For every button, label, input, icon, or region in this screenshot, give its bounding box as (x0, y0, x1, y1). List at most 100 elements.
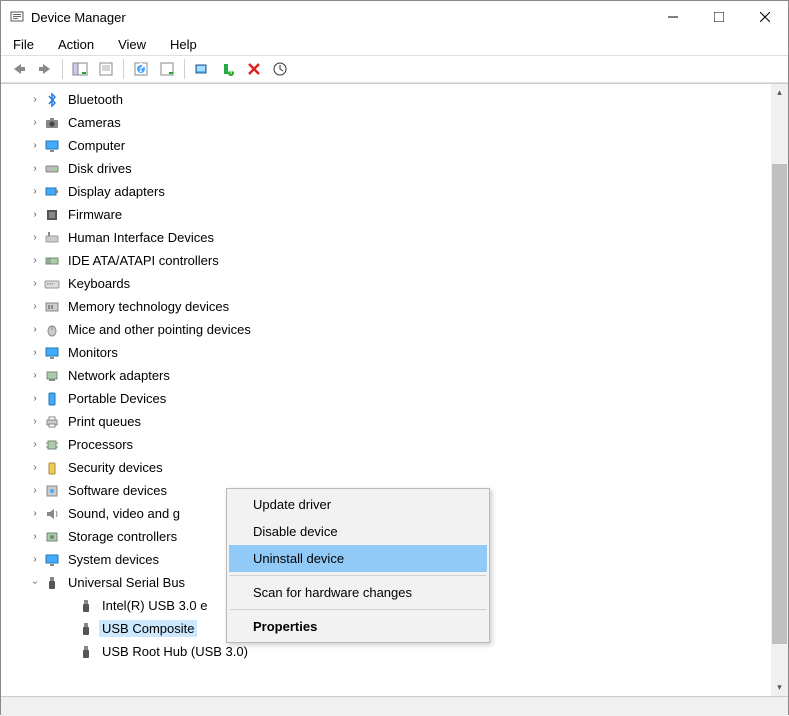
chevron-right-icon[interactable]: › (29, 508, 41, 519)
firmware-icon (43, 206, 61, 224)
tree-label: Display adapters (65, 183, 168, 200)
tree-label: USB Root Hub (USB 3.0) (99, 643, 251, 660)
tree-label: Firmware (65, 206, 125, 223)
tree-item-mice[interactable]: › Mice and other pointing devices (1, 318, 771, 341)
menu-file[interactable]: File (9, 35, 38, 54)
tree-item-computer[interactable]: ›Computer (1, 134, 771, 157)
tree-item-disk-drives[interactable]: ›Disk drives (1, 157, 771, 180)
tree-item-display-adapters[interactable]: › Display adapters (1, 180, 771, 203)
ctx-scan-hardware[interactable]: Scan for hardware changes (229, 579, 487, 606)
chevron-right-icon[interactable]: › (29, 186, 41, 197)
processor-icon (43, 436, 61, 454)
context-menu-separator (230, 609, 486, 610)
toolbar: ? + (1, 55, 788, 83)
tree-label: Universal Serial Bus (65, 574, 188, 591)
chevron-right-icon[interactable]: › (29, 324, 41, 335)
scan-hardware-button[interactable] (190, 58, 214, 80)
menu-view[interactable]: View (114, 35, 150, 54)
chevron-right-icon[interactable]: › (29, 278, 41, 289)
show-hide-tree-button[interactable] (68, 58, 92, 80)
close-button[interactable] (742, 1, 788, 33)
svg-text:?: ? (137, 62, 145, 75)
usb-device-icon (77, 620, 95, 638)
chevron-right-icon[interactable]: › (29, 439, 41, 450)
software-icon (43, 482, 61, 500)
forward-button[interactable] (33, 58, 57, 80)
tree-label: Print queues (65, 413, 144, 430)
properties-button[interactable] (94, 58, 118, 80)
vertical-scrollbar[interactable]: ▴ ▾ (771, 84, 788, 696)
chevron-right-icon[interactable]: › (29, 347, 41, 358)
tree-item-keyboards[interactable]: › Keyboards (1, 272, 771, 295)
ctx-uninstall-device[interactable]: Uninstall device (229, 545, 487, 572)
tree-label: Security devices (65, 459, 166, 476)
chevron-right-icon[interactable]: › (29, 209, 41, 220)
tree-item-network[interactable]: ›Network adapters (1, 364, 771, 387)
context-menu-separator (230, 575, 486, 576)
chevron-right-icon[interactable]: › (29, 393, 41, 404)
chevron-right-icon[interactable]: › (29, 462, 41, 473)
help-button[interactable]: ? (129, 58, 153, 80)
update-driver-button[interactable] (268, 58, 292, 80)
tree-label: Software devices (65, 482, 170, 499)
tree-label: Storage controllers (65, 528, 180, 545)
tree-item-firmware[interactable]: › Firmware (1, 203, 771, 226)
chevron-right-icon[interactable]: › (29, 370, 41, 381)
storage-icon (43, 528, 61, 546)
tree-item-ide[interactable]: › IDE ATA/ATAPI controllers (1, 249, 771, 272)
chevron-right-icon[interactable]: › (29, 163, 41, 174)
ctx-disable-device[interactable]: Disable device (229, 518, 487, 545)
tree-label: USB Composite (99, 620, 197, 637)
tree-item-cameras[interactable]: ›Cameras (1, 111, 771, 134)
uninstall-button[interactable] (242, 58, 266, 80)
chevron-right-icon[interactable]: › (29, 554, 41, 565)
chevron-right-icon[interactable]: › (29, 232, 41, 243)
window-title: Device Manager (31, 10, 650, 25)
tree-item-memory-tech[interactable]: ›Memory technology devices (1, 295, 771, 318)
network-icon (43, 367, 61, 385)
security-icon (43, 459, 61, 477)
device-manager-icon (9, 9, 25, 25)
mouse-icon (43, 321, 61, 339)
scroll-thumb[interactable] (772, 164, 787, 644)
memory-icon (43, 298, 61, 316)
hid-icon (43, 229, 61, 247)
ctx-update-driver[interactable]: Update driver (229, 491, 487, 518)
minimize-button[interactable] (650, 1, 696, 33)
tree-item-bluetooth[interactable]: ›Bluetooth (1, 88, 771, 111)
chevron-right-icon[interactable]: › (29, 140, 41, 151)
tree-label: IDE ATA/ATAPI controllers (65, 252, 222, 269)
chevron-down-icon[interactable]: › (30, 577, 41, 589)
back-button[interactable] (7, 58, 31, 80)
action-button[interactable] (155, 58, 179, 80)
chevron-right-icon[interactable]: › (29, 255, 41, 266)
chevron-right-icon[interactable]: › (29, 531, 41, 542)
maximize-button[interactable] (696, 1, 742, 33)
scroll-up-button[interactable]: ▴ (771, 84, 788, 101)
chevron-right-icon[interactable]: › (29, 117, 41, 128)
tree-item-print-queues[interactable]: › Print queues (1, 410, 771, 433)
tree-item-usb-root-hub[interactable]: USB Root Hub (USB 3.0) (1, 640, 771, 663)
tree-label: Keyboards (65, 275, 133, 292)
ctx-properties[interactable]: Properties (229, 613, 487, 640)
chevron-right-icon[interactable]: › (29, 94, 41, 105)
tree-item-hid[interactable]: › Human Interface Devices (1, 226, 771, 249)
menu-help[interactable]: Help (166, 35, 201, 54)
tree-item-security[interactable]: › Security devices (1, 456, 771, 479)
printer-icon (43, 413, 61, 431)
add-legacy-button[interactable]: + (216, 58, 240, 80)
ide-icon (43, 252, 61, 270)
tree-item-processors[interactable]: ›Processors (1, 433, 771, 456)
usb-device-icon (77, 643, 95, 661)
chevron-right-icon[interactable]: › (29, 301, 41, 312)
chevron-right-icon[interactable]: › (29, 416, 41, 427)
keyboard-icon (43, 275, 61, 293)
scroll-down-button[interactable]: ▾ (771, 679, 788, 696)
tree-label: Human Interface Devices (65, 229, 217, 246)
tree-label: Mice and other pointing devices (65, 321, 254, 338)
chevron-right-icon[interactable]: › (29, 485, 41, 496)
svg-text:+: + (227, 63, 235, 76)
menu-action[interactable]: Action (54, 35, 98, 54)
tree-item-monitors[interactable]: ›Monitors (1, 341, 771, 364)
tree-item-portable[interactable]: ›Portable Devices (1, 387, 771, 410)
